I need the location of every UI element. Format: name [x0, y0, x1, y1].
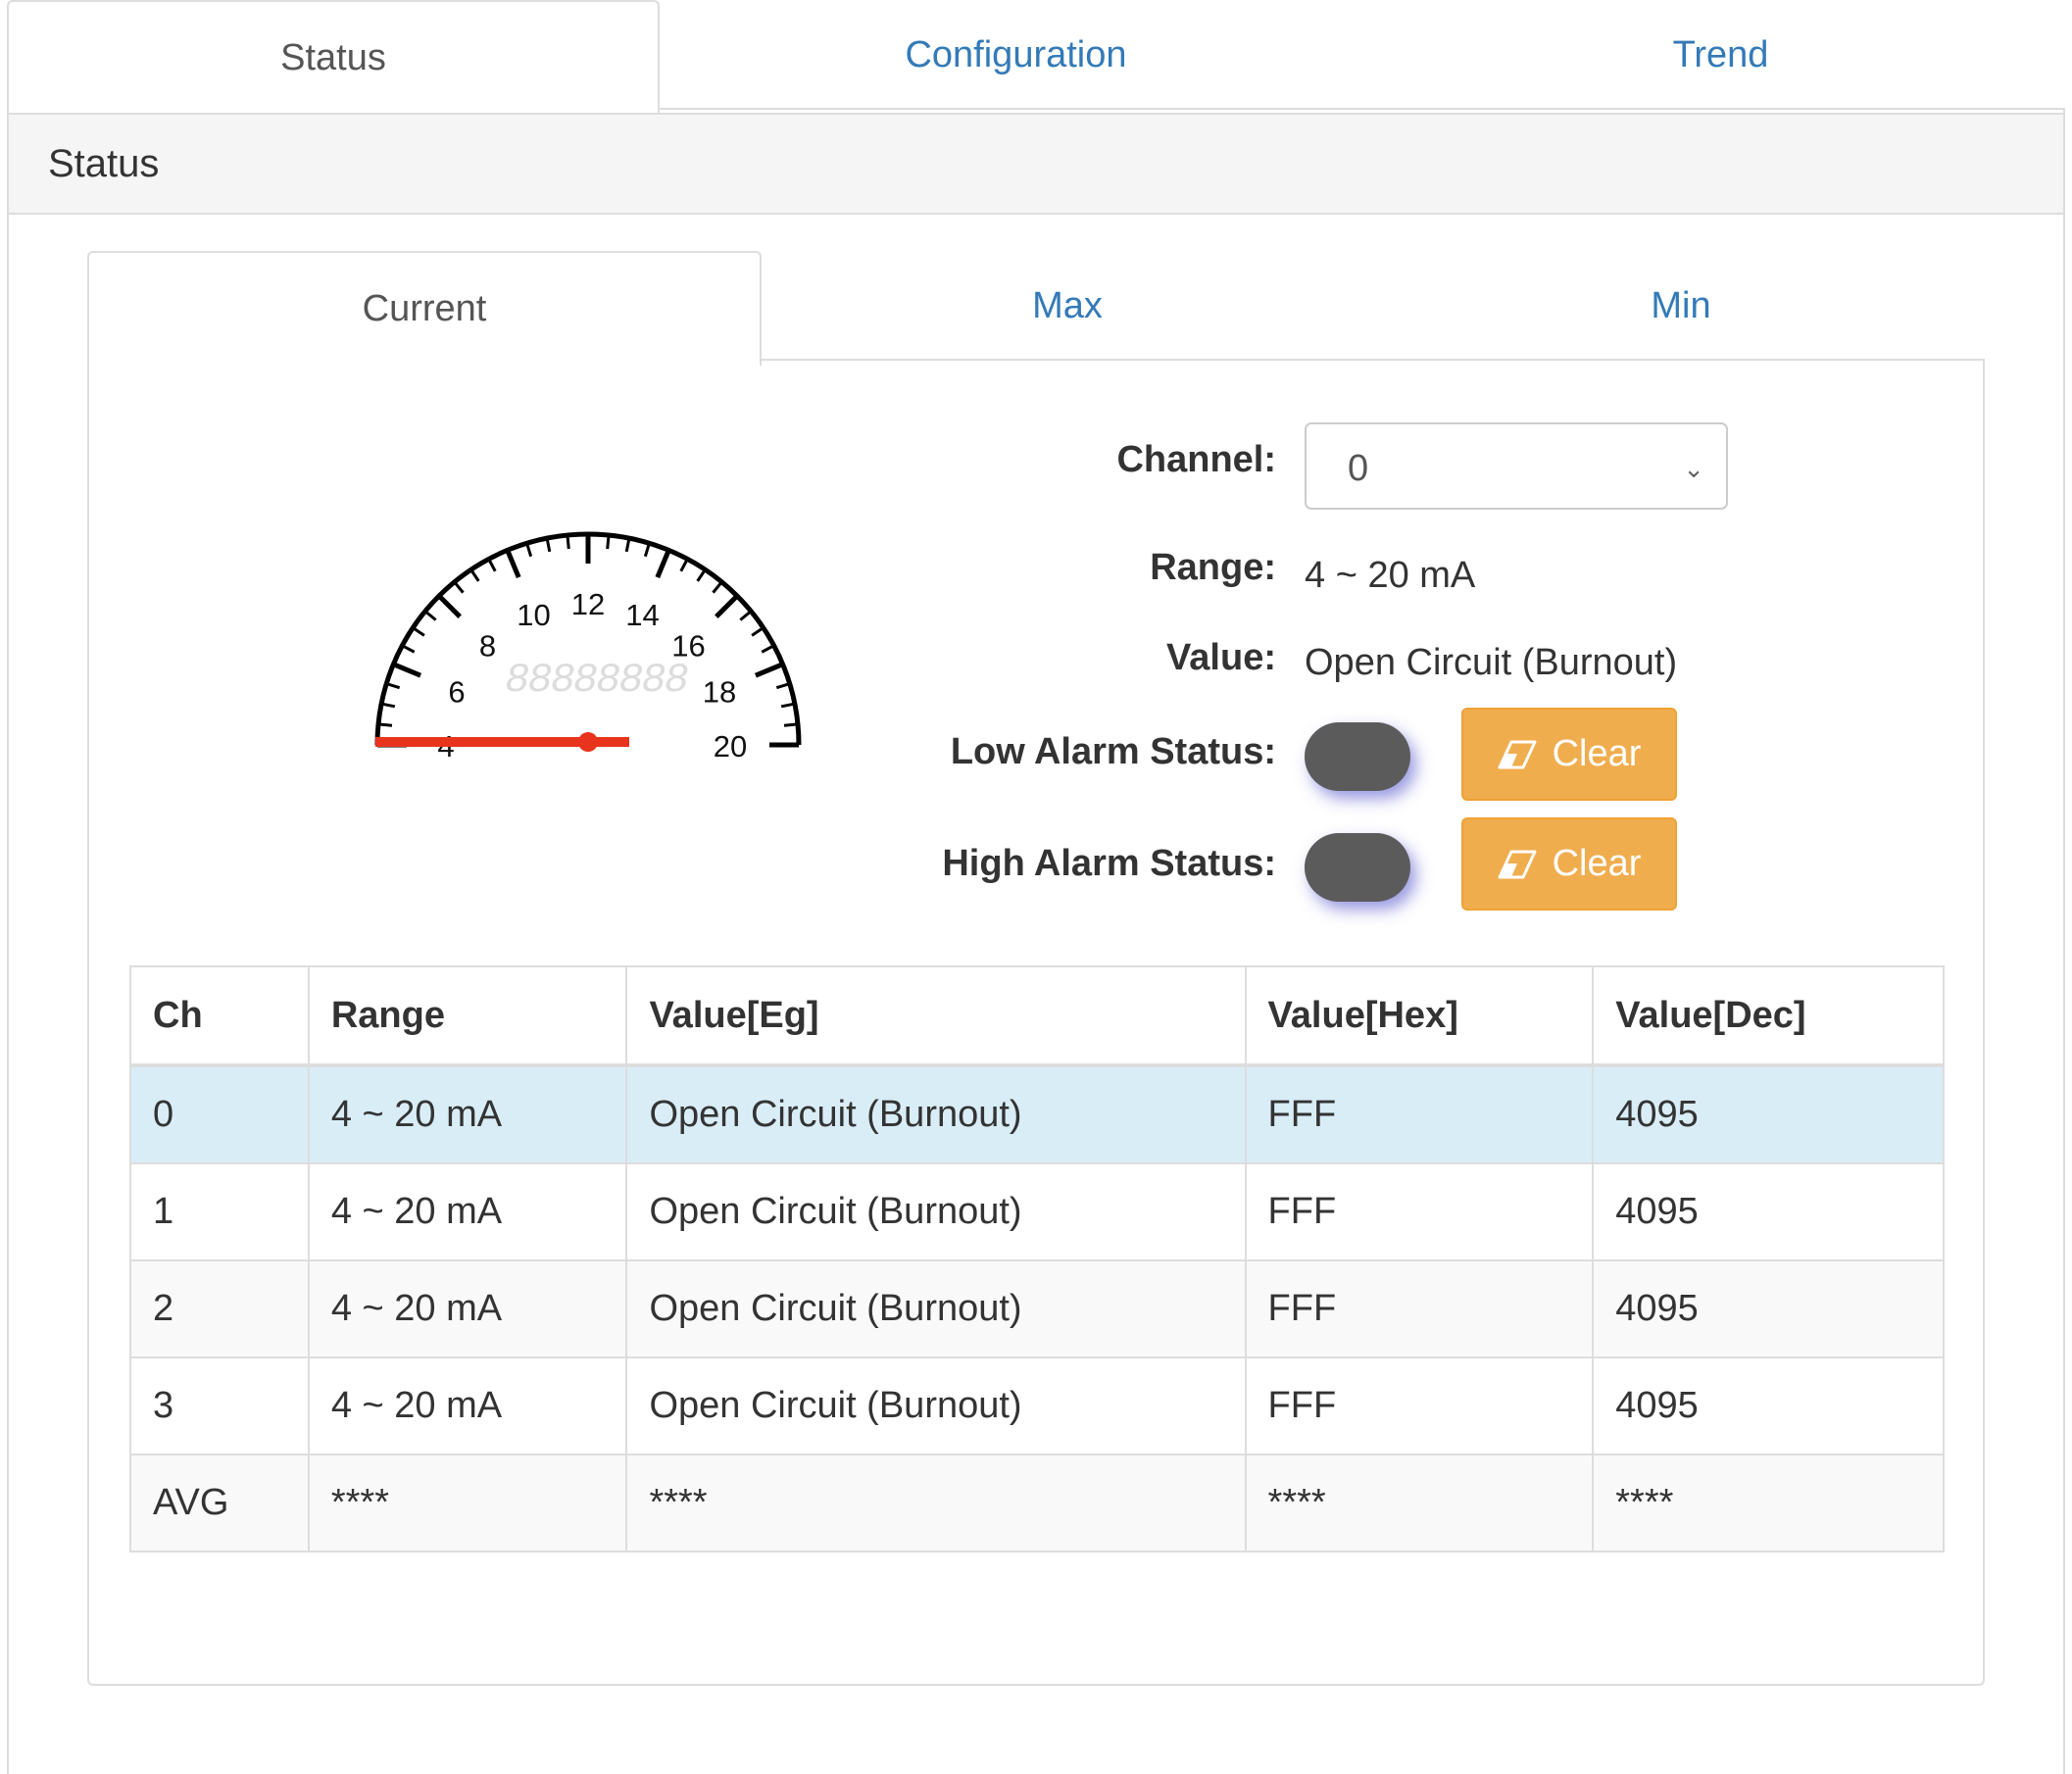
cell-value-eg: Open Circuit (Burnout)	[625, 1162, 1247, 1261]
gauge-major-tick	[505, 549, 521, 579]
cell-range: 4 ~ 20 mA	[307, 1259, 628, 1358]
chevron-down-icon: ⌄	[1683, 454, 1704, 483]
gauge-major-tick	[655, 549, 671, 579]
high-alarm-indicator	[1305, 833, 1410, 902]
gauge-minor-tick	[487, 558, 497, 572]
cell-value-eg: ****	[625, 1454, 1247, 1552]
channel-select-value: 0	[1348, 448, 1369, 489]
cell-value-hex: FFF	[1244, 1259, 1595, 1358]
range-value: 4 ~ 20 mA	[1305, 555, 1476, 596]
table-row-average[interactable]: AVG **** **** **** ****	[129, 1454, 1945, 1552]
cell-value-hex: FFF	[1244, 1162, 1595, 1261]
gauge-tick-label: 8	[479, 628, 496, 663]
clear-button-label: Clear	[1552, 843, 1642, 884]
gauge-minor-tick	[775, 682, 791, 690]
low-alarm-label: Low Alarm Status:	[950, 731, 1276, 772]
tab-status[interactable]: Status	[7, 0, 660, 116]
table-header-row: Ch Range Value[Eg] Value[Hex] Value[Dec]	[129, 965, 1945, 1067]
cell-ch: 0	[129, 1064, 310, 1164]
channel-select[interactable]: 0 ⌄	[1305, 422, 1728, 510]
gauge-tick-label: 12	[571, 587, 605, 621]
cell-value-eg: Open Circuit (Burnout)	[625, 1064, 1247, 1164]
cell-ch: 1	[129, 1162, 310, 1261]
gauge-tick-label: 10	[517, 598, 550, 632]
cell-value-dec: 4095	[1592, 1162, 1945, 1261]
panel-title: Status	[48, 142, 160, 185]
gauge-minor-tick	[423, 610, 437, 621]
gauge-tick-label: 18	[703, 675, 736, 710]
gauge-major-tick	[437, 594, 462, 618]
cell-ch: 2	[129, 1259, 310, 1358]
value-label: Value:	[1166, 637, 1276, 678]
gauge-minor-tick	[525, 542, 533, 558]
channel-label: Channel:	[1116, 439, 1276, 480]
eraser-icon	[1498, 850, 1537, 878]
header-value-hex: Value[Hex]	[1244, 965, 1595, 1067]
cell-value-dec: 4095	[1592, 1356, 1945, 1455]
gauge-tick-label: 14	[625, 598, 659, 632]
table-row[interactable]: 0 4 ~ 20 mA Open Circuit (Burnout) FFF 4…	[129, 1064, 1945, 1164]
cell-value-hex: FFF	[1244, 1064, 1595, 1164]
gauge-minor-tick	[385, 682, 401, 690]
cell-value-eg: Open Circuit (Burnout)	[625, 1259, 1247, 1358]
cell-value-dec: ****	[1592, 1454, 1945, 1552]
gauge-minor-tick	[401, 644, 416, 654]
gauge-major-tick	[392, 662, 422, 678]
high-alarm-label: High Alarm Status:	[942, 843, 1276, 884]
table-row[interactable]: 3 4 ~ 20 mA Open Circuit (Burnout) FFF 4…	[129, 1356, 1945, 1455]
cell-value-hex: FFF	[1244, 1356, 1595, 1455]
gauge-minor-tick	[453, 580, 465, 594]
range-label: Range:	[1150, 547, 1276, 588]
tab-max[interactable]: Max	[758, 251, 1377, 361]
gauge-minor-tick	[739, 610, 753, 621]
gauge-minor-tick	[783, 722, 799, 727]
clear-button-label: Clear	[1552, 733, 1642, 774]
gauge-minor-tick	[606, 534, 611, 550]
tab-configuration[interactable]: Configuration	[656, 0, 1376, 110]
cell-range: 4 ~ 20 mA	[307, 1064, 628, 1164]
gauge-minor-tick	[566, 534, 570, 550]
cell-range: 4 ~ 20 mA	[307, 1356, 628, 1455]
cell-range: ****	[307, 1454, 628, 1552]
gauge-needle-hub	[578, 732, 598, 752]
header-value-eg: Value[Eg]	[625, 965, 1247, 1067]
gauge-minor-tick	[412, 626, 425, 637]
table-row[interactable]: 2 4 ~ 20 mA Open Circuit (Burnout) FFF 4…	[129, 1259, 1945, 1358]
channel-values-table: Ch Range Value[Eg] Value[Hex] Value[Dec]…	[129, 965, 1945, 1552]
cell-ch: AVG	[129, 1454, 310, 1552]
cell-ch: 3	[129, 1356, 310, 1455]
gauge-major-tick	[715, 594, 739, 618]
header-value-dec: Value[Dec]	[1592, 965, 1945, 1067]
clear-high-alarm-button[interactable]: Clear	[1461, 817, 1677, 911]
top-tab-bar: Status Configuration Trend	[7, 0, 2065, 116]
low-alarm-indicator	[1305, 722, 1410, 791]
eraser-icon	[1498, 740, 1537, 768]
cell-range: 4 ~ 20 mA	[307, 1162, 628, 1261]
tab-trend[interactable]: Trend	[1376, 0, 2065, 110]
header-range: Range	[307, 965, 628, 1067]
gauge-minor-tick	[469, 568, 480, 582]
gauge-minor-tick	[377, 722, 393, 727]
table-row[interactable]: 1 4 ~ 20 mA Open Circuit (Burnout) FFF 4…	[129, 1162, 1945, 1261]
clear-low-alarm-button[interactable]: Clear	[1461, 708, 1677, 801]
value-value: Open Circuit (Burnout)	[1305, 642, 1678, 683]
cell-value-dec: 4095	[1592, 1259, 1945, 1358]
cell-value-eg: Open Circuit (Burnout)	[625, 1356, 1247, 1455]
gauge-minor-tick	[751, 626, 765, 637]
gauge-minor-tick	[679, 558, 689, 572]
tab-min[interactable]: Min	[1377, 251, 1985, 361]
cell-value-dec: 4095	[1592, 1064, 1945, 1164]
tab-current[interactable]: Current	[87, 251, 762, 367]
gauge-minor-tick	[643, 542, 651, 558]
header-ch: Ch	[129, 965, 310, 1067]
gauge-digital-display: 88888888	[505, 657, 687, 704]
sub-tab-bar: Current Max Min	[87, 251, 1985, 367]
cell-value-hex: ****	[1244, 1454, 1595, 1552]
panel-heading: Status	[9, 113, 2063, 215]
gauge-tick-label: 6	[448, 675, 465, 710]
